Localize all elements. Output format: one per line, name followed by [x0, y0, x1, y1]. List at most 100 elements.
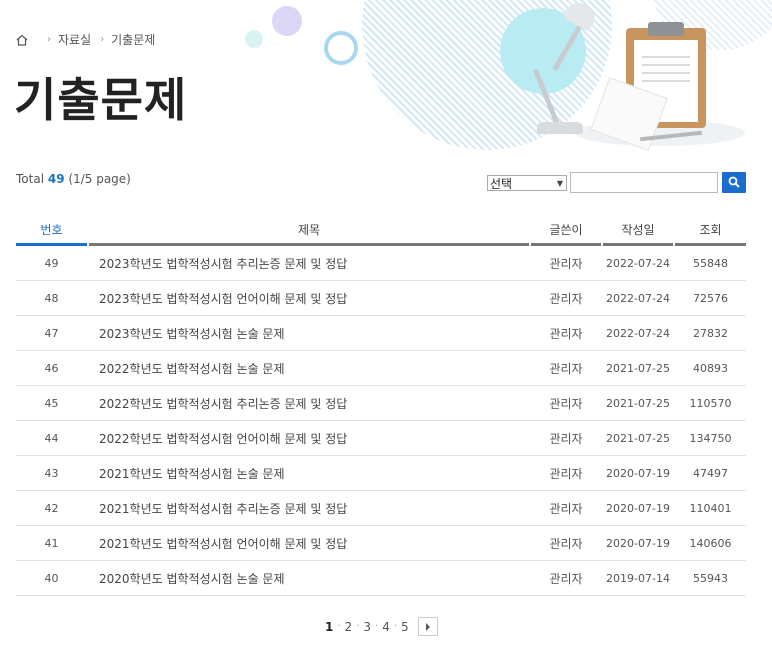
- row-number: 49: [44, 256, 59, 270]
- row-writer: 관리자: [549, 396, 583, 411]
- page-separator: ·: [375, 621, 379, 632]
- row-views: 27832: [693, 326, 728, 340]
- row-date: 2022-07-24: [606, 291, 670, 305]
- total-pages: (1/5 page): [68, 172, 131, 186]
- board-table: 번호 제목 글쓴이 작성일 조회 49 2023학년도 법학적성시험 추리논증 …: [16, 218, 746, 596]
- page-link[interactable]: 2: [345, 620, 353, 634]
- page-link[interactable]: 4: [382, 620, 390, 634]
- search-category-select[interactable]: 선택 ▼: [487, 175, 567, 191]
- total-count: Total 49 (1/5 page): [16, 172, 131, 186]
- row-number: 45: [44, 396, 59, 410]
- row-views: 40893: [693, 361, 728, 375]
- breadcrumb-item-archive[interactable]: 자료실: [58, 31, 91, 48]
- row-number: 43: [44, 466, 59, 480]
- row-views: 55848: [693, 256, 728, 270]
- row-writer: 관리자: [549, 501, 583, 516]
- row-number: 44: [44, 431, 59, 445]
- row-date: 2020-07-19: [606, 536, 670, 550]
- next-page-button[interactable]: [417, 617, 438, 636]
- table-row[interactable]: 46 2022학년도 법학적성시험 논술 문제 관리자 2021-07-25 4…: [16, 351, 746, 386]
- header-views: 조회: [675, 218, 746, 246]
- decor-ring: [324, 31, 358, 65]
- row-number: 40: [44, 571, 59, 585]
- search-button[interactable]: [722, 172, 746, 193]
- table-row[interactable]: 43 2021학년도 법학적성시험 논술 문제 관리자 2020-07-19 4…: [16, 456, 746, 491]
- header-writer: 글쓴이: [531, 218, 601, 246]
- page-title: 기출문제: [14, 73, 188, 127]
- row-title-link[interactable]: 2023학년도 법학적성시험 논술 문제: [89, 325, 529, 342]
- row-number: 48: [44, 291, 59, 305]
- row-views: 55943: [693, 571, 728, 585]
- table-row[interactable]: 44 2022학년도 법학적성시험 언어이해 문제 및 정답 관리자 2021-…: [16, 421, 746, 456]
- row-date: 2021-07-25: [606, 431, 670, 445]
- decor-dot-lavender: [272, 6, 302, 36]
- row-views: 134750: [689, 431, 732, 445]
- clipboard-line: [642, 72, 690, 74]
- row-views: 72576: [693, 291, 728, 305]
- row-title-link[interactable]: 2022학년도 법학적성시험 언어이해 문제 및 정답: [89, 430, 529, 447]
- clipboard-line: [642, 80, 690, 82]
- row-number: 42: [44, 501, 59, 515]
- row-date: 2020-07-19: [606, 466, 670, 480]
- table-row[interactable]: 47 2023학년도 법학적성시험 논술 문제 관리자 2022-07-24 2…: [16, 316, 746, 351]
- table-header: 번호 제목 글쓴이 작성일 조회: [16, 218, 746, 246]
- pagination: 1 · 2 · 3 · 4 · 5: [322, 617, 438, 636]
- table-row[interactable]: 42 2021학년도 법학적성시험 추리논증 문제 및 정답 관리자 2020-…: [16, 491, 746, 526]
- breadcrumb-item-past-exams[interactable]: 기출문제: [111, 31, 155, 48]
- search-icon: [728, 173, 740, 192]
- row-writer: 관리자: [549, 466, 583, 481]
- row-date: 2021-07-25: [606, 396, 670, 410]
- chevron-down-icon: ▼: [556, 179, 563, 188]
- total-label: Total: [16, 172, 45, 186]
- header-date: 작성일: [603, 218, 673, 246]
- page-link[interactable]: 5: [401, 620, 409, 634]
- row-views: 110401: [689, 501, 732, 515]
- row-title-link[interactable]: 2022학년도 법학적성시험 논술 문제: [89, 360, 529, 377]
- search-category-value: 선택: [490, 176, 513, 191]
- row-title-link[interactable]: 2022학년도 법학적성시험 추리논증 문제 및 정답: [89, 395, 529, 412]
- row-writer: 관리자: [549, 291, 583, 306]
- page-separator: ·: [356, 621, 360, 632]
- clipboard-line: [642, 56, 690, 58]
- row-title-link[interactable]: 2021학년도 법학적성시험 추리논증 문제 및 정답: [89, 500, 529, 517]
- row-title-link[interactable]: 2021학년도 법학적성시험 언어이해 문제 및 정답: [89, 535, 529, 552]
- row-title-link[interactable]: 2023학년도 법학적성시험 언어이해 문제 및 정답: [89, 290, 529, 307]
- lamp-base: [537, 122, 583, 134]
- search-input[interactable]: [570, 172, 718, 193]
- page-separator: ·: [393, 621, 398, 632]
- clipboard-clip: [648, 22, 684, 36]
- row-writer: 관리자: [549, 536, 583, 551]
- row-number: 46: [44, 361, 59, 375]
- page-separator: ·: [337, 621, 341, 632]
- header-title: 제목: [89, 218, 529, 246]
- row-date: 2019-07-14: [606, 571, 670, 585]
- row-views: 47497: [693, 466, 728, 480]
- page-link-current[interactable]: 1: [325, 620, 333, 634]
- row-number: 41: [44, 536, 59, 550]
- row-date: 2021-07-25: [606, 361, 670, 375]
- row-views: 140606: [689, 536, 732, 550]
- chevron-right-icon: ›: [47, 34, 51, 45]
- row-title-link[interactable]: 2021학년도 법학적성시험 논술 문제: [89, 465, 529, 482]
- decor-dot-mint: [245, 30, 263, 48]
- table-row[interactable]: 41 2021학년도 법학적성시험 언어이해 문제 및 정답 관리자 2020-…: [16, 526, 746, 561]
- table-row[interactable]: 40 2020학년도 법학적성시험 논술 문제 관리자 2019-07-14 5…: [16, 561, 746, 596]
- next-arrow-icon: [425, 620, 431, 634]
- row-writer: 관리자: [549, 431, 583, 446]
- row-title-link[interactable]: 2020학년도 법학적성시험 논술 문제: [89, 570, 529, 587]
- breadcrumb: › 자료실 › 기출문제: [16, 31, 155, 48]
- table-row[interactable]: 45 2022학년도 법학적성시험 추리논증 문제 및 정답 관리자 2021-…: [16, 386, 746, 421]
- page-link[interactable]: 3: [363, 620, 371, 634]
- row-writer: 관리자: [549, 326, 583, 341]
- table-row[interactable]: 48 2023학년도 법학적성시험 언어이해 문제 및 정답 관리자 2022-…: [16, 281, 746, 316]
- row-writer: 관리자: [549, 361, 583, 376]
- home-icon[interactable]: [16, 34, 28, 46]
- row-date: 2020-07-19: [606, 501, 670, 515]
- row-title-link[interactable]: 2023학년도 법학적성시험 추리논증 문제 및 정답: [89, 255, 529, 272]
- total-number: 49: [47, 172, 65, 186]
- table-row[interactable]: 49 2023학년도 법학적성시험 추리논증 문제 및 정답 관리자 2022-…: [16, 246, 746, 281]
- clipboard-line: [642, 64, 690, 66]
- chevron-right-icon: ›: [100, 34, 105, 45]
- header-number: 번호: [16, 218, 87, 246]
- row-views: 110570: [689, 396, 732, 410]
